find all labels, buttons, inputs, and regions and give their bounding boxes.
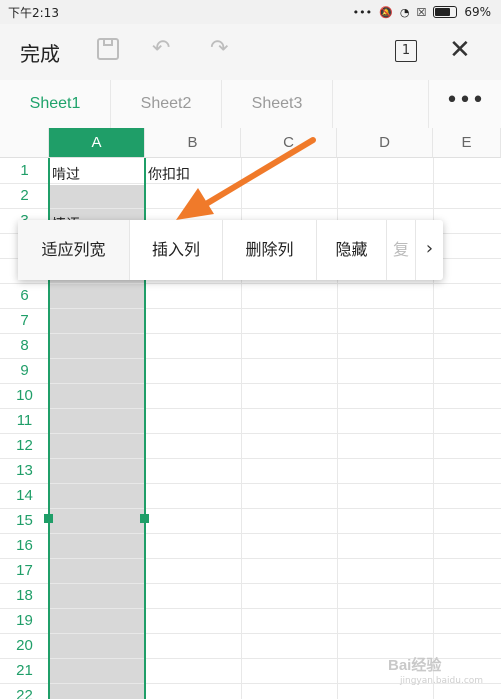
annotation-arrow-shaft bbox=[203, 137, 316, 207]
annotation-arrow bbox=[176, 137, 316, 220]
watermark-url: jingyan.baidu.com bbox=[400, 676, 484, 686]
watermark-logo: Bai经验 bbox=[388, 657, 442, 674]
